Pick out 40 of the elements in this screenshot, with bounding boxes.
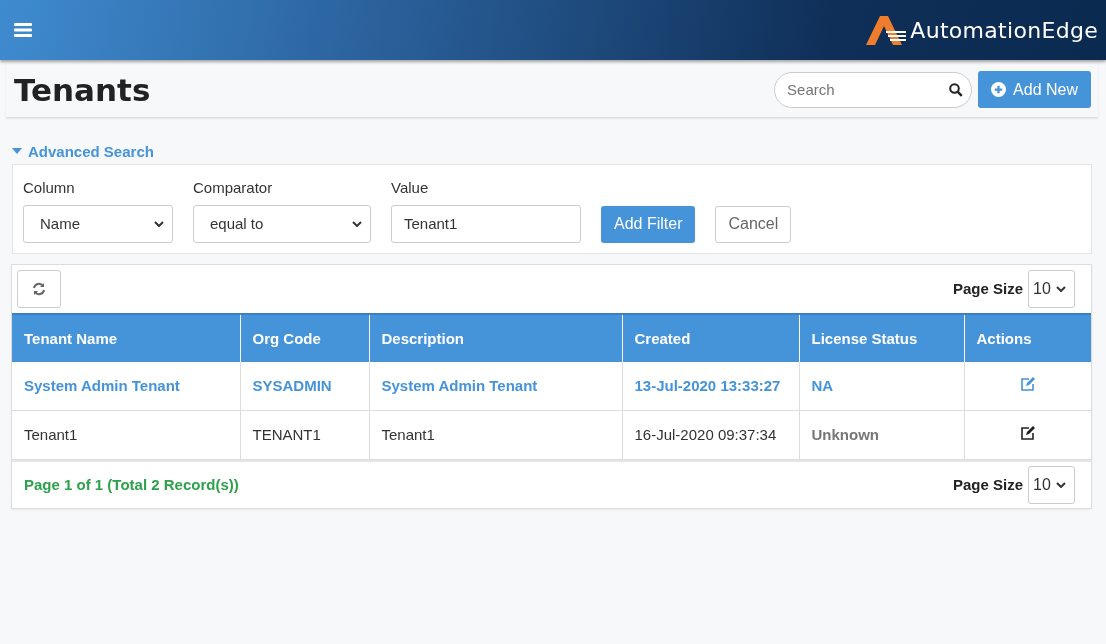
- column-header: Org Code: [240, 313, 369, 362]
- field-label: Value: [391, 178, 430, 196]
- menu-icon[interactable]: [14, 23, 32, 37]
- logo-text: AutomationEdge: [910, 17, 1098, 43]
- edit-icon[interactable]: [1019, 426, 1036, 440]
- pagination-summary: Page 1 of 1 (Total 2 Record(s)): [24, 476, 239, 493]
- column-header: Tenant Name: [12, 313, 240, 362]
- table-cell: Tenant1: [12, 410, 240, 459]
- table-cell: Tenant1: [369, 410, 622, 459]
- caret-icon: [12, 148, 22, 154]
- table-cell: System Admin Tenant: [369, 361, 622, 410]
- license-status-cell: NA: [799, 361, 964, 410]
- page-size-dropdown[interactable]: 10: [1028, 465, 1075, 504]
- table-row[interactable]: Tenant1 TENANT1 Tenant1 16-Jul-2020 09:37:34 Unknown: [12, 410, 1091, 459]
- column-header: Created: [622, 313, 799, 362]
- page-size-label: Page Size: [952, 476, 1023, 493]
- logo-icon: [864, 14, 909, 46]
- table-cell: 16-Jul-2020 09:37:34: [622, 410, 799, 459]
- refresh-button[interactable]: [17, 269, 61, 308]
- plus-circle-icon: [991, 82, 1007, 97]
- column-header: Description: [369, 313, 622, 362]
- search-icon[interactable]: [949, 82, 964, 97]
- table-cell: SYSADMIN: [240, 361, 369, 410]
- refresh-icon: [32, 281, 46, 296]
- page-size-dropdown[interactable]: 10: [1028, 269, 1075, 308]
- column-header: License Status: [799, 313, 964, 362]
- input-field[interactable]: Tenant1: [391, 204, 581, 243]
- table-cell: System Admin Tenant: [12, 361, 240, 410]
- table-cell: 13-Jul-2020 13:33:27: [622, 361, 799, 410]
- cancel-button[interactable]: Cancel: [715, 205, 792, 243]
- field-label: Comparator: [193, 178, 274, 196]
- column-header: Actions: [964, 313, 1091, 362]
- field-label: Column: [23, 178, 76, 196]
- page-title: Tenants: [14, 71, 151, 108]
- license-status-cell: Unknown: [799, 410, 964, 459]
- search-field[interactable]: Search: [774, 71, 973, 108]
- page-size-label: Page Size: [952, 280, 1023, 297]
- dropdown[interactable]: Name: [23, 204, 173, 243]
- table-cell: TENANT1: [240, 410, 369, 459]
- dropdown[interactable]: equal to: [193, 204, 371, 243]
